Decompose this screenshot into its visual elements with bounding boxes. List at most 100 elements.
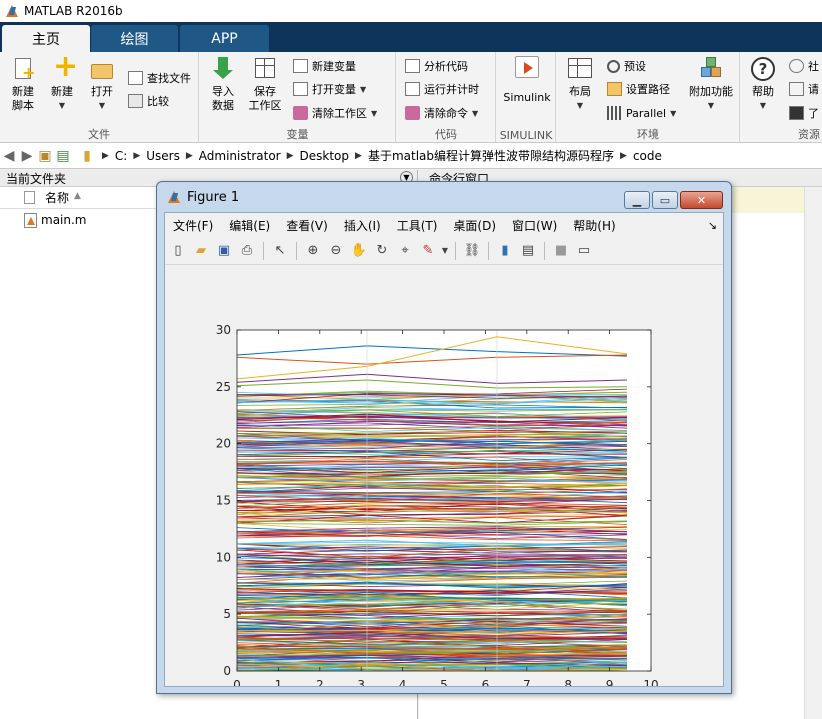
- folder-icon: [607, 82, 622, 96]
- open-variable-button[interactable]: 打开变量 ▼: [293, 80, 366, 98]
- menu-tools[interactable]: 工具(T): [389, 217, 446, 234]
- close-icon[interactable]: ✕: [680, 191, 723, 209]
- set-path-button[interactable]: 设置路径: [607, 80, 670, 98]
- analyze-code-button[interactable]: 分析代码: [405, 57, 468, 75]
- breadcrumb-project-folder[interactable]: 基于matlab编程计算弹性波带隙结构源码程序: [368, 147, 614, 164]
- link-plot-icon[interactable]: ⛓: [462, 241, 482, 261]
- colorbar-icon[interactable]: ▮: [495, 241, 515, 261]
- variable-group: 导入 数据 保存 工作区 新建变量 打开变量 ▼ 清除工作区 ▼ 变量: [200, 52, 396, 143]
- pan-hand-icon[interactable]: ✋: [349, 241, 369, 261]
- simulink-group: Simulink SIMULINK: [497, 52, 556, 143]
- breadcrumb-code[interactable]: code: [633, 149, 662, 163]
- community-icon: [789, 59, 804, 73]
- back-arrow-icon[interactable]: ◀: [0, 147, 18, 165]
- layout-button[interactable]: 布局 ▼: [565, 56, 595, 113]
- clear-commands-button[interactable]: 清除命令 ▼: [405, 104, 478, 122]
- figure-title-bar[interactable]: Figure 1 ▁ ▭ ✕: [157, 182, 731, 212]
- breadcrumb-desktop[interactable]: Desktop: [300, 149, 350, 163]
- new-script-button[interactable]: + 新建 脚本: [6, 56, 40, 113]
- breadcrumb-users[interactable]: Users: [146, 149, 180, 163]
- new-button[interactable]: + 新建 ▼: [46, 49, 79, 113]
- print-icon[interactable]: ⎙: [237, 241, 257, 261]
- dock-arrow-icon[interactable]: ↘: [708, 219, 717, 232]
- eraser-icon: [293, 106, 308, 120]
- compare-button[interactable]: 比较: [128, 92, 169, 110]
- import-data-button[interactable]: 导入 数据: [208, 56, 238, 113]
- chevron-down-icon: ▼: [98, 101, 106, 110]
- simulink-group-label: SIMULINK: [499, 129, 553, 142]
- tab-plots[interactable]: 绘图: [91, 25, 178, 52]
- brush-icon[interactable]: ✎: [418, 241, 438, 261]
- open-file-icon[interactable]: ▰: [191, 241, 211, 261]
- save-workspace-button[interactable]: 保存 工作区: [246, 56, 284, 113]
- menu-file[interactable]: 文件(F): [165, 217, 221, 234]
- find-files-icon: [128, 71, 143, 85]
- minimize-icon[interactable]: ▁: [624, 191, 650, 209]
- analyze-code-icon: [405, 59, 420, 73]
- menu-insert[interactable]: 插入(I): [336, 217, 389, 234]
- show-plot-tools-icon[interactable]: ▭: [574, 241, 594, 261]
- code-group-label: 代码: [435, 128, 457, 141]
- title-bar: MATLAB R2016b: [0, 0, 822, 22]
- new-figure-icon[interactable]: ▯: [168, 241, 188, 261]
- chevron-down-icon: ▼: [707, 101, 715, 110]
- legend-icon[interactable]: ▤: [518, 241, 538, 261]
- menu-edit[interactable]: 编辑(E): [221, 217, 278, 234]
- chevron-right-icon: ▶: [133, 150, 141, 161]
- find-files-button[interactable]: 查找文件: [128, 69, 191, 87]
- data-cursor-icon[interactable]: ⌖: [395, 241, 415, 261]
- zoom-in-icon[interactable]: ⊕: [303, 241, 323, 261]
- menu-view[interactable]: 查看(V): [278, 217, 336, 234]
- community-button[interactable]: 社: [789, 57, 819, 75]
- toolbar-separator: [296, 241, 297, 260]
- chevron-down-icon: ▼: [472, 108, 479, 118]
- open-variable-icon: [293, 82, 308, 96]
- chevron-right-icon: ▶: [185, 150, 193, 161]
- new-variable-button[interactable]: 新建变量: [293, 57, 356, 75]
- tab-home[interactable]: 主页: [2, 25, 90, 52]
- tab-apps[interactable]: APP: [180, 25, 269, 52]
- forward-arrow-icon[interactable]: ▶: [18, 147, 36, 165]
- pointer-icon[interactable]: ↖: [270, 241, 290, 261]
- simulink-button[interactable]: Simulink: [503, 56, 551, 105]
- x-tick-label: 5: [440, 678, 448, 686]
- menu-window[interactable]: 窗口(W): [504, 217, 565, 234]
- maximize-icon[interactable]: ▭: [652, 191, 678, 209]
- breadcrumb-drive[interactable]: C:: [115, 149, 127, 163]
- file-group: + 新建 脚本 + 新建 ▼ 打开 ▼ 查找文件 比较 文件: [0, 52, 199, 143]
- run-and-time-button[interactable]: 运行并计时: [405, 80, 479, 98]
- preferences-button[interactable]: 预设: [607, 57, 646, 75]
- run-time-icon: [405, 82, 420, 96]
- rotate-3d-icon[interactable]: ↻: [372, 241, 392, 261]
- sort-ascending-icon: ▲: [74, 191, 81, 201]
- m-file-icon: [24, 212, 37, 228]
- menu-desktop[interactable]: 桌面(D): [445, 217, 504, 234]
- new-plus-icon: +: [53, 49, 79, 84]
- add-ons-button[interactable]: 附加功能 ▼: [687, 56, 735, 113]
- code-group: 分析代码 运行并计时 清除命令 ▼ 代码: [397, 52, 496, 143]
- chevron-right-icon: ▶: [286, 150, 294, 161]
- request-support-button[interactable]: 请: [789, 80, 819, 98]
- vertical-scrollbar[interactable]: [804, 187, 822, 719]
- help-button[interactable]: ? 帮助 ▼: [747, 56, 779, 113]
- plot-area: 0 1 2 3 4 5 6 7 8 9 10 0 5 10 15 20 25 30: [165, 266, 723, 692]
- y-tick-label: 30: [216, 323, 231, 337]
- menu-help[interactable]: 帮助(H): [565, 217, 623, 234]
- parallel-button[interactable]: Parallel ▼: [607, 104, 676, 122]
- chevron-down-icon: ▼: [371, 108, 378, 118]
- open-button[interactable]: 打开 ▼: [86, 56, 118, 113]
- clear-workspace-button[interactable]: 清除工作区 ▼: [293, 104, 377, 122]
- hide-plot-tools-icon[interactable]: ■: [551, 241, 571, 261]
- chevron-down-icon[interactable]: ▼: [441, 241, 449, 261]
- compare-icon: [128, 94, 143, 108]
- resources-group-label: 资源: [798, 128, 820, 141]
- breadcrumb-administrator[interactable]: Administrator: [199, 149, 281, 163]
- save-icon[interactable]: ▣: [214, 241, 234, 261]
- band-structure-chart[interactable]: 0 1 2 3 4 5 6 7 8 9 10 0 5 10 15 20 25 30: [165, 266, 723, 692]
- figure-title: Figure 1: [187, 189, 240, 205]
- x-tick-label: 7: [523, 678, 531, 686]
- up-folder-icon[interactable]: ▣: [36, 147, 54, 165]
- zoom-out-icon[interactable]: ⊖: [326, 241, 346, 261]
- browse-folder-icon[interactable]: ▤: [54, 147, 72, 165]
- learn-matlab-button[interactable]: 了: [789, 104, 819, 122]
